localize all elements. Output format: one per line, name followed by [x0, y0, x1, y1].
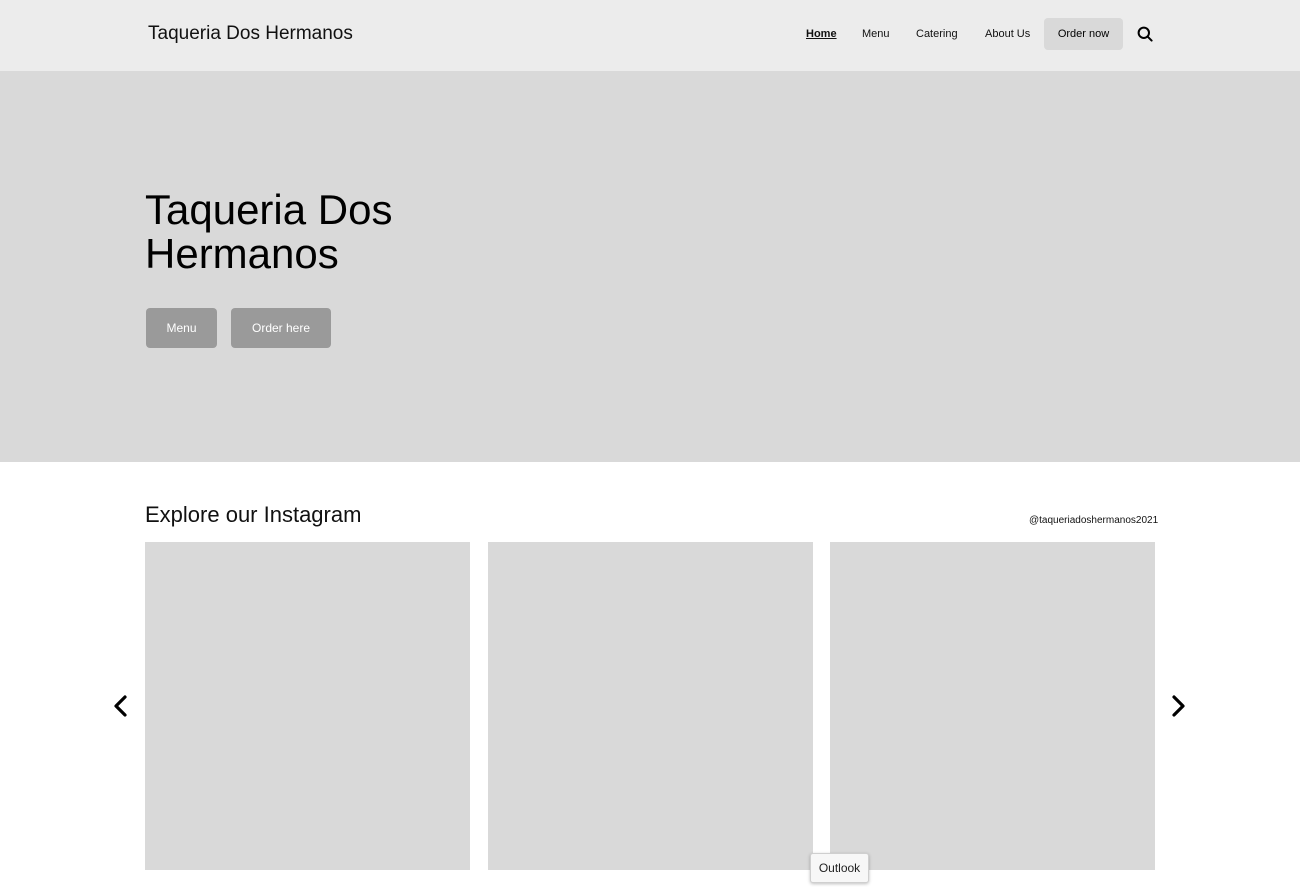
- nav-home[interactable]: Home: [806, 27, 837, 41]
- nav-catering[interactable]: Catering: [916, 27, 958, 41]
- instagram-tile[interactable]: [830, 542, 1155, 870]
- hero-order-button[interactable]: Order here: [231, 308, 331, 348]
- hero-section: Taqueria Dos Hermanos Menu Order here: [0, 71, 1300, 462]
- hero-menu-button[interactable]: Menu: [146, 308, 217, 348]
- outlook-tooltip: Outlook: [810, 853, 869, 883]
- instagram-tile[interactable]: [145, 542, 470, 870]
- instagram-handle-link[interactable]: @taqueriadoshermanos2021: [1029, 515, 1158, 527]
- instagram-tile[interactable]: [488, 542, 813, 870]
- hero-title: Taqueria Dos Hermanos: [145, 186, 393, 277]
- search-icon[interactable]: [1137, 26, 1153, 42]
- chevron-left-icon[interactable]: [111, 694, 131, 718]
- chevron-right-icon[interactable]: [1168, 694, 1188, 718]
- nav-about-us[interactable]: About Us: [985, 27, 1030, 41]
- site-header: Taqueria Dos Hermanos Home Menu Catering…: [0, 0, 1300, 71]
- nav-menu[interactable]: Menu: [862, 27, 890, 41]
- instagram-heading: Explore our Instagram: [145, 502, 362, 527]
- order-now-button[interactable]: Order now: [1044, 18, 1123, 50]
